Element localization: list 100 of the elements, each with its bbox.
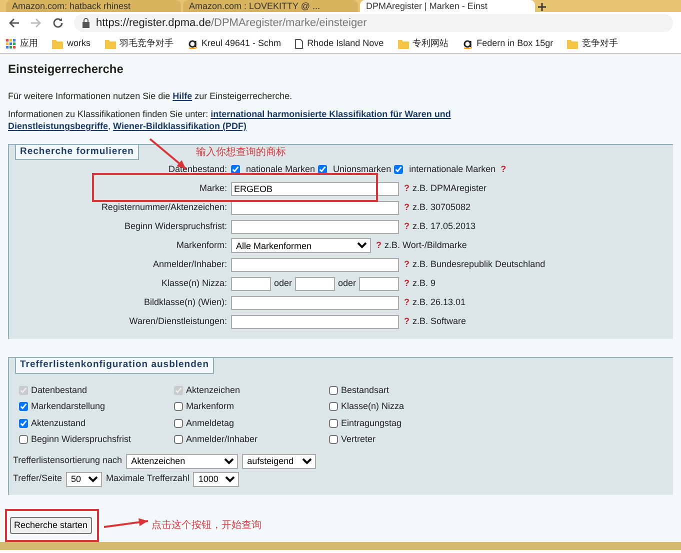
reload-icon [52,17,64,29]
checkbox[interactable] [318,165,328,174]
input-field[interactable] [231,314,399,329]
text-link[interactable]: Hilfe [172,90,192,102]
checkbox[interactable] [394,165,404,174]
field-label: Registernummer/Aktenzeichen: [100,201,227,214]
input-field[interactable] [295,276,336,291]
help-link[interactable]: ? [376,239,382,252]
input-field[interactable] [231,220,399,234]
input-field[interactable]: ERGEOB [231,182,399,196]
plus-icon [537,2,547,12]
checkbox[interactable] [174,435,183,444]
folder-icon [104,38,116,48]
help-link[interactable]: ? [404,277,410,290]
dropdown[interactable]: 1000 [193,472,240,486]
checkbox[interactable] [329,435,338,444]
checkbox-label: Vertreter [341,433,376,446]
bookmark-link[interactable]: 应用 [20,36,38,50]
help-link[interactable]: ? [404,258,410,272]
checkbox[interactable] [174,418,183,428]
field-label: oder [338,277,356,290]
document-icon [295,38,304,48]
input-field[interactable] [359,276,400,291]
text-link[interactable]: Dienstleistungsbegriffe [8,120,108,132]
search-button[interactable]: Recherche starten [10,516,92,534]
checkbox-label: Anmelder/Inhaber [186,433,258,446]
example-hint: z.B. 26.13.01 [412,296,466,309]
text-link[interactable]: international harmonisierte Klassifikation für Waren und [210,108,451,120]
checkbox[interactable] [174,402,183,412]
example-hint: z.B. 30705082 [412,201,471,214]
folder-icon [52,38,63,48]
browser-tab[interactable]: Amazon.com : LOVEKITTY @ ... [183,0,358,12]
back-arrow-icon [8,17,20,29]
field-label: Anmelder/Inhaber: [152,258,227,271]
annotation-text: 点击这个按钮，开始查询 [152,518,262,532]
bookmark-link[interactable]: 竞争对手 [582,36,618,50]
field-label: Markenform: [175,239,227,252]
help-link[interactable]: ? [500,163,506,176]
checkbox[interactable] [231,165,240,174]
checkbox-label: Aktenzeichen [186,384,240,396]
panel-legend: Trefferlistenkonfiguration ausblenden [15,357,214,374]
checkbox[interactable] [329,402,338,412]
forward-arrow-icon [30,17,42,29]
example-hint: z.B. Software [412,315,466,328]
apps-grid-icon [6,38,16,48]
help-link[interactable]: ? [404,220,410,234]
page-heading: Einsteigerrecherche [8,61,124,78]
dropdown[interactable]: Aktenzeichen [126,454,238,468]
input-field[interactable] [231,258,399,272]
bookmark-link[interactable]: Kreul 49641 - Schm [202,36,282,50]
checkbox-label: Beginn Widerspruchsfrist [31,433,132,446]
info-paragraph: Für weitere Informationen nutzen Sie die Hilfe zur Einsteigerrecherche. [8,90,294,102]
help-link[interactable]: ? [404,201,410,214]
input-field[interactable] [231,296,399,310]
checkbox[interactable] [19,435,28,444]
help-link[interactable]: ? [404,296,410,310]
dropdown[interactable]: aufsteigend [242,454,316,468]
bookmark-link[interactable]: Federn in Box 15gr [476,36,554,50]
checkbox-label: Datenbestand [31,384,88,396]
letter-a-icon [462,38,473,48]
checkbox[interactable] [329,418,338,428]
browser-tab[interactable]: Amazon.com: hatback rhinest [6,0,181,12]
bookmark-link[interactable]: works [67,36,91,50]
address-bar[interactable]: https://register.dpma.de/DPMAregister/marke/einsteiger [74,14,673,32]
panel-legend: Recherche formulieren [15,144,139,160]
field-label: Bildklasse(n) (Wien): [142,296,227,309]
checkbox-label: Bestandsart [341,384,390,396]
example-hint: z.B. Bundesrepublik Deutschland [412,258,546,271]
input-field[interactable] [231,276,271,291]
url-text: https://register.dpma.de/DPMAregister/marke/einsteiger [96,16,367,31]
checkbox[interactable] [19,418,28,428]
bookmark-link[interactable]: 羽毛竞争对手 [120,36,174,50]
checkbox-label: Unionsmarken [333,163,392,176]
field-label: Treffer/Seite [13,472,62,486]
text-link[interactable]: Wiener-Bildklassifikation (PDF) [113,120,246,132]
checkbox-label: Markendarstellung [31,400,106,413]
dropdown[interactable]: 50 [66,472,102,486]
dropdown[interactable]: Alle Markenformen [231,238,371,254]
checkbox-label: Klasse(n) Nizza [341,400,404,413]
help-link[interactable]: ? [404,182,410,196]
example-hint: z.B. DPMAregister [412,182,487,195]
help-link[interactable]: ? [404,315,410,328]
info-paragraph: Informationen zu Klassifikationen finden Sie unter: international harmonisierte Klassifikation für Waren und Dienstleistungsbegriffe, Wiener-Bildklassifikation (PDF) [8,108,452,132]
checkbox[interactable] [329,386,338,395]
field-label: Klasse(n) Nizza: [160,277,227,290]
bookmark-link[interactable]: 专利网站 [412,36,449,50]
folder-icon [398,38,409,48]
checkbox-label: Aktenzustand [31,416,86,430]
annotation-text: 输入你想查询的商标 [196,146,286,160]
bookmark-link[interactable]: Rhode Island Nove [307,36,384,50]
checkbox[interactable] [19,402,28,412]
example-hint: z.B. 9 [412,277,436,290]
browser-tab[interactable]: DPMAregister | Marken - Einst [360,0,535,12]
field-label: Waren/Dienstleistungen: [128,315,227,328]
field-label: Datenbestand: [167,163,227,176]
field-label: Trefferlistensortierung nach [13,454,122,468]
checkbox-label: Eintragungstag [341,416,402,430]
example-hint: z.B. 17.05.2013 [412,220,476,233]
field-label: oder [274,277,292,290]
field-label: Beginn Widerspruchsfrist: [123,220,227,233]
